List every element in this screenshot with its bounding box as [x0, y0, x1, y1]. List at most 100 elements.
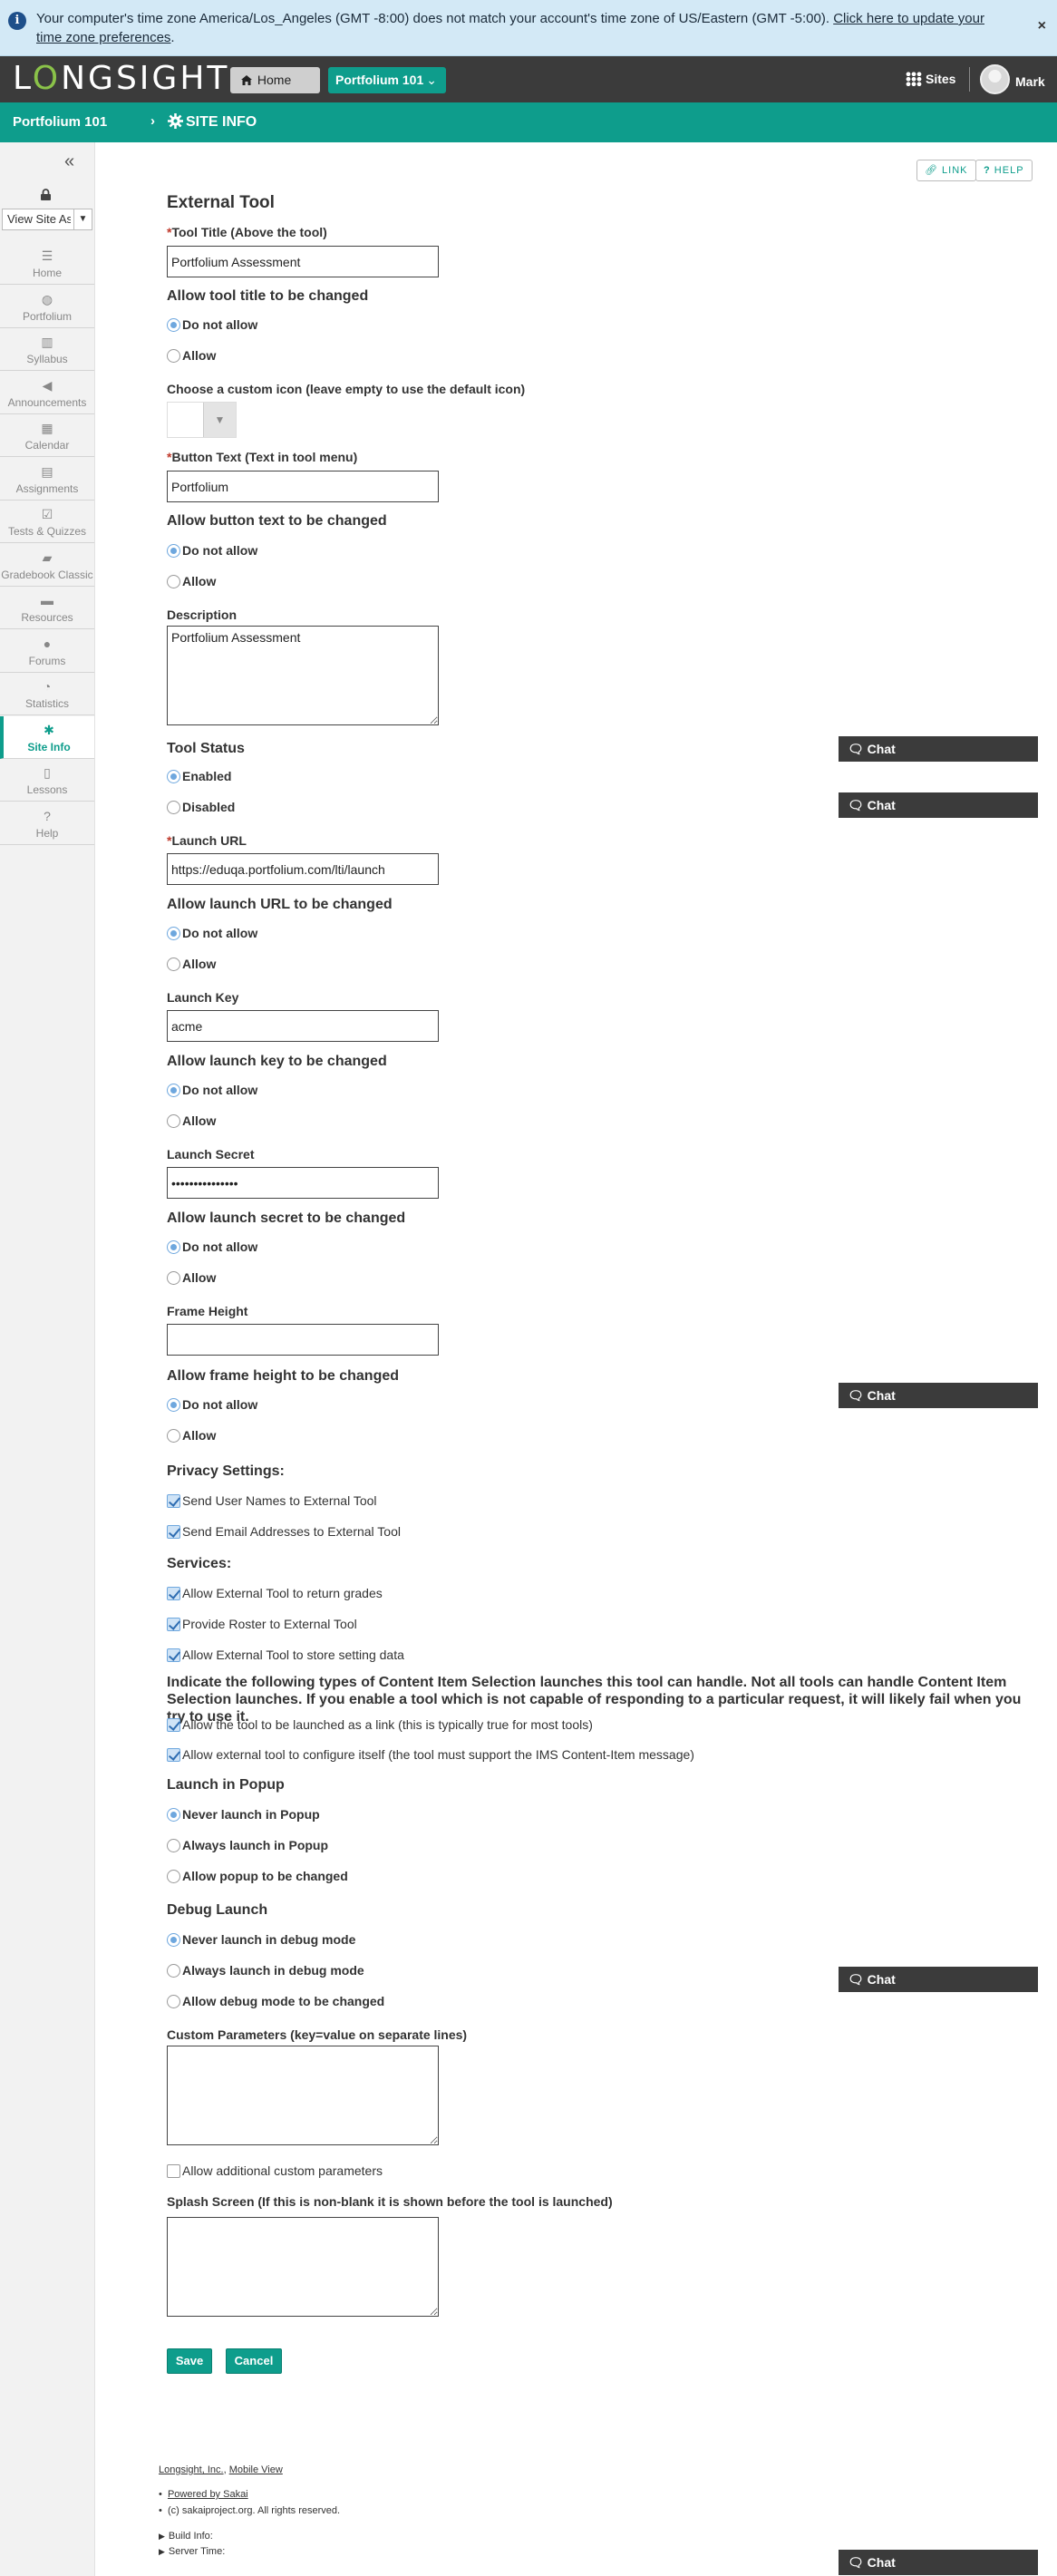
- sidebar-item-tests-quizzes[interactable]: ☑ Tests & Quizzes: [0, 501, 94, 543]
- always-popup-option[interactable]: Always launch in Popup: [167, 1837, 328, 1853]
- launch-secret-input[interactable]: [167, 1167, 439, 1199]
- breadcrumb-site-link[interactable]: Portfolium 101: [13, 114, 107, 130]
- sites-button[interactable]: Sites: [906, 68, 955, 91]
- custom-icon-picker[interactable]: ▼: [167, 402, 237, 438]
- frame-allow-option[interactable]: Allow: [167, 1427, 216, 1444]
- checkbox-checked[interactable]: [167, 1748, 180, 1762]
- allow-additional-params-checkbox[interactable]: Allow additional custom parameters: [167, 2163, 383, 2179]
- radio[interactable]: [167, 1114, 180, 1128]
- sidebar-item-syllabus[interactable]: ▥ Syllabus: [0, 328, 94, 371]
- allow-popup-change-option[interactable]: Allow popup to be changed: [167, 1868, 348, 1884]
- radio[interactable]: [167, 349, 180, 363]
- checkbox-checked[interactable]: [167, 1718, 180, 1732]
- checkbox-checked[interactable]: [167, 1587, 180, 1600]
- avatar[interactable]: [980, 64, 1010, 94]
- frame-height-input[interactable]: [167, 1324, 439, 1356]
- key-do-not-allow-option[interactable]: Do not allow: [167, 1082, 257, 1098]
- chat-bar[interactable]: 🗨︎ Chat: [839, 1383, 1038, 1408]
- radio-selected[interactable]: [167, 770, 180, 783]
- status-disabled-option[interactable]: Disabled: [167, 799, 235, 815]
- button-do-not-allow-option[interactable]: Do not allow: [167, 542, 257, 559]
- radio-selected[interactable]: [167, 1808, 180, 1822]
- user-name[interactable]: Mark: [1015, 74, 1045, 89]
- checkbox-checked[interactable]: [167, 1648, 180, 1662]
- sidebar-item-assignments[interactable]: ▤ Assignments: [0, 458, 94, 501]
- allow-debug-change-option[interactable]: Allow debug mode to be changed: [167, 1993, 384, 2009]
- url-allow-option[interactable]: Allow: [167, 956, 216, 972]
- radio[interactable]: [167, 801, 180, 814]
- return-grades-checkbox[interactable]: Allow External Tool to return grades: [167, 1585, 383, 1601]
- secret-allow-option[interactable]: Allow: [167, 1269, 216, 1286]
- send-names-checkbox[interactable]: Send User Names to External Tool: [167, 1492, 377, 1509]
- launch-as-link-checkbox[interactable]: Allow the tool to be launched as a link …: [167, 1716, 593, 1733]
- view-site-as-select[interactable]: View Site As ▼: [2, 209, 92, 230]
- chat-bar[interactable]: 🗨︎ Chat: [839, 1967, 1038, 1992]
- radio[interactable]: [167, 1839, 180, 1852]
- sidebar-item-site-info[interactable]: ✱ Site Info: [0, 715, 94, 759]
- sidebar-item-announcements[interactable]: ◀ Announcements: [0, 372, 94, 414]
- help-button[interactable]: ? HELP: [975, 160, 1033, 181]
- radio[interactable]: [167, 575, 180, 588]
- close-icon[interactable]: ×: [1038, 18, 1046, 34]
- radio[interactable]: [167, 1995, 180, 2008]
- sidebar-item-home[interactable]: ☰ Home: [0, 242, 94, 285]
- server-time-toggle[interactable]: ▶ Server Time:: [159, 2546, 225, 2557]
- never-popup-option[interactable]: Never launch in Popup: [167, 1806, 320, 1823]
- never-debug-option[interactable]: Never launch in debug mode: [167, 1931, 355, 1948]
- company-link[interactable]: Longsight, Inc.: [159, 2464, 224, 2475]
- mobile-view-link[interactable]: Mobile View: [229, 2464, 283, 2475]
- link-button[interactable]: 🔗︎ LINK: [916, 160, 976, 181]
- button-text-input[interactable]: [167, 471, 439, 502]
- custom-params-textarea[interactable]: [167, 2046, 439, 2145]
- button-allow-option[interactable]: Allow: [167, 573, 216, 589]
- sidebar-item-calendar[interactable]: ▦ Calendar: [0, 414, 94, 457]
- radio-selected[interactable]: [167, 544, 180, 558]
- launch-key-input[interactable]: [167, 1010, 439, 1042]
- frame-do-not-allow-option[interactable]: Do not allow: [167, 1396, 257, 1413]
- cancel-button[interactable]: Cancel: [226, 2348, 282, 2374]
- site-dropdown-button[interactable]: Portfolium 101 ⌄: [328, 67, 446, 93]
- collapse-sidebar-icon[interactable]: «: [64, 152, 74, 170]
- radio[interactable]: [167, 957, 180, 971]
- configure-itself-checkbox[interactable]: Allow external tool to configure itself …: [167, 1746, 694, 1763]
- sidebar-item-lessons[interactable]: ▯ Lessons: [0, 759, 94, 802]
- radio-selected[interactable]: [167, 1933, 180, 1947]
- title-allow-option[interactable]: Allow: [167, 347, 216, 364]
- radio[interactable]: [167, 1429, 180, 1443]
- url-do-not-allow-option[interactable]: Do not allow: [167, 925, 257, 941]
- sidebar-item-forums[interactable]: ● Forums: [0, 630, 94, 673]
- key-allow-option[interactable]: Allow: [167, 1113, 216, 1129]
- title-do-not-allow-option[interactable]: Do not allow: [167, 316, 257, 333]
- sidebar-item-help[interactable]: ? Help: [0, 802, 94, 845]
- radio-selected[interactable]: [167, 927, 180, 940]
- chat-bar[interactable]: 🗨︎ Chat: [839, 792, 1038, 818]
- checkbox-checked[interactable]: [167, 1525, 180, 1539]
- radio-selected[interactable]: [167, 1240, 180, 1254]
- build-info-toggle[interactable]: ▶ Build Info:: [159, 2531, 213, 2542]
- powered-by-link[interactable]: Powered by Sakai: [168, 2489, 248, 2500]
- home-button[interactable]: Home: [230, 67, 320, 93]
- radio-selected[interactable]: [167, 1084, 180, 1097]
- save-button[interactable]: Save: [167, 2348, 212, 2374]
- chat-bar[interactable]: 🗨︎ Chat: [839, 736, 1038, 762]
- sidebar-item-portfolium[interactable]: ◍ Portfolium: [0, 286, 94, 328]
- tool-title-input[interactable]: [167, 246, 439, 277]
- launch-url-input[interactable]: [167, 853, 439, 885]
- description-textarea[interactable]: Portfolium Assessment: [167, 626, 439, 725]
- status-enabled-option[interactable]: Enabled: [167, 768, 231, 784]
- splash-screen-textarea[interactable]: [167, 2217, 439, 2317]
- chat-bar[interactable]: 🗨︎ Chat: [839, 2550, 1038, 2575]
- radio-selected[interactable]: [167, 318, 180, 332]
- checkbox-checked[interactable]: [167, 1618, 180, 1631]
- store-settings-checkbox[interactable]: Allow External Tool to store setting dat…: [167, 1647, 404, 1663]
- radio[interactable]: [167, 1271, 180, 1285]
- provide-roster-checkbox[interactable]: Provide Roster to External Tool: [167, 1616, 357, 1632]
- checkbox-checked[interactable]: [167, 1494, 180, 1508]
- secret-do-not-allow-option[interactable]: Do not allow: [167, 1239, 257, 1255]
- send-emails-checkbox[interactable]: Send Email Addresses to External Tool: [167, 1523, 401, 1540]
- radio[interactable]: [167, 1964, 180, 1978]
- radio[interactable]: [167, 1870, 180, 1883]
- sidebar-item-resources[interactable]: ▬ Resources: [0, 587, 94, 629]
- sidebar-item-statistics[interactable]: ◔ Statistics: [0, 673, 94, 715]
- checkbox[interactable]: [167, 2164, 180, 2178]
